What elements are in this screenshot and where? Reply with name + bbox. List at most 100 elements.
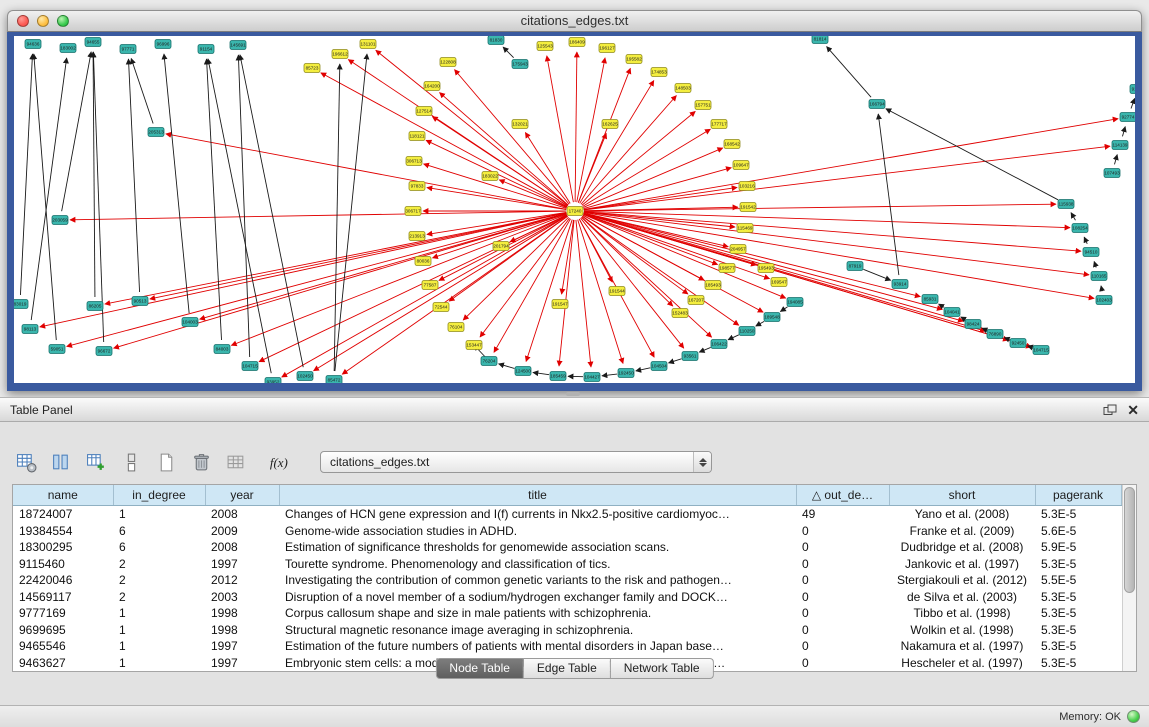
graph-node[interactable]: 94510 xyxy=(1083,248,1099,257)
graph-edge[interactable] xyxy=(583,214,785,298)
cell-name[interactable]: 19384554 xyxy=(13,523,113,539)
cell-in_degree[interactable]: 2 xyxy=(113,572,205,588)
memory-status-indicator[interactable] xyxy=(1127,710,1140,723)
graph-node[interactable]: 306717 xyxy=(405,207,421,216)
cell-title[interactable]: Structural magnetic resonance image aver… xyxy=(279,621,796,637)
column-header-name[interactable]: name xyxy=(13,485,113,506)
float-panel-icon[interactable] xyxy=(1103,404,1117,416)
minimize-window-button[interactable] xyxy=(37,15,49,27)
graph-edge[interactable] xyxy=(67,213,567,346)
graph-node[interactable]: 183022 xyxy=(482,172,498,181)
cell-out_de[interactable]: 0 xyxy=(796,555,889,571)
cell-title[interactable]: Tourette syndrome. Phenomenology and cla… xyxy=(279,555,796,571)
graph-edge[interactable] xyxy=(1101,286,1102,291)
graph-node[interactable]: 118121 xyxy=(409,132,425,141)
table-selector-dropdown[interactable]: citations_edges.txt xyxy=(320,451,712,473)
cell-pagerank[interactable]: 5.3E-5 xyxy=(1035,621,1121,637)
graph-node[interactable]: 110165 xyxy=(1091,272,1107,281)
graph-edge[interactable] xyxy=(150,213,566,299)
cell-name[interactable]: 9463627 xyxy=(13,654,113,671)
graph-node[interactable]: 201794 xyxy=(493,242,509,251)
close-panel-icon[interactable]: ✕ xyxy=(1127,403,1139,417)
graph-edge[interactable] xyxy=(1084,237,1087,244)
graph-node[interactable]: 106422 xyxy=(711,340,727,349)
graph-node[interactable]: 168542 xyxy=(724,140,740,149)
row-tools-icon[interactable] xyxy=(119,450,143,474)
graph-node[interactable]: 94655 xyxy=(85,38,101,47)
cell-year[interactable]: 2012 xyxy=(205,572,279,588)
zoom-window-button[interactable] xyxy=(57,15,69,27)
cell-in_degree[interactable]: 6 xyxy=(113,523,205,539)
graph-node[interactable]: 83019 xyxy=(14,300,28,309)
cell-name[interactable]: 18300295 xyxy=(13,539,113,555)
tab-node-table[interactable]: Node Table xyxy=(435,658,524,679)
graph-node[interactable]: 104427 xyxy=(584,373,600,382)
graph-node[interactable]: 169547 xyxy=(771,278,787,287)
graph-edge[interactable] xyxy=(533,372,549,374)
graph-node[interactable]: 96996 xyxy=(155,40,171,49)
function-builder-icon[interactable]: f(x) xyxy=(269,450,293,474)
graph-node[interactable]: 186409 xyxy=(569,38,585,47)
cell-year[interactable]: 2009 xyxy=(205,523,279,539)
graph-node[interactable]: 85931 xyxy=(922,295,938,304)
graph-node[interactable]: 115938 xyxy=(1058,200,1074,209)
cell-in_degree[interactable]: 1 xyxy=(113,506,205,523)
tab-network-table[interactable]: Network Table xyxy=(611,658,714,679)
cell-short[interactable]: Franke et al. (2009) xyxy=(889,523,1035,539)
graph-node[interactable]: 166794 xyxy=(869,100,885,109)
graph-edge[interactable] xyxy=(31,58,66,320)
cell-pagerank[interactable]: 5.6E-5 xyxy=(1035,523,1121,539)
graph-node[interactable]: 94636 xyxy=(25,40,41,49)
graph-node[interactable]: 164200 xyxy=(424,82,440,91)
graph-edge[interactable] xyxy=(584,212,1089,275)
graph-edge[interactable] xyxy=(1094,261,1096,267)
cell-short[interactable]: Stergiakouli et al. (2012) xyxy=(889,572,1035,588)
graph-edge[interactable] xyxy=(780,307,787,312)
new-table-icon[interactable] xyxy=(154,450,178,474)
graph-edge[interactable] xyxy=(503,47,514,58)
cell-year[interactable]: 2003 xyxy=(205,588,279,604)
graph-node[interactable]: 183002 xyxy=(60,44,76,53)
cell-in_degree[interactable]: 6 xyxy=(113,539,205,555)
graph-edge[interactable] xyxy=(578,133,606,202)
graph-node[interactable]: 91154 xyxy=(198,45,214,54)
graph-edge[interactable] xyxy=(131,58,153,123)
delete-table-icon[interactable] xyxy=(189,450,213,474)
graph-edge[interactable] xyxy=(70,211,566,220)
graph-edge[interactable] xyxy=(584,212,1094,298)
table-scrollbar-track[interactable] xyxy=(1122,485,1137,671)
graph-node[interactable]: 90513 xyxy=(132,297,148,306)
cell-pagerank[interactable]: 5.3E-5 xyxy=(1035,588,1121,604)
graph-node[interactable]: 76890 xyxy=(987,330,1003,339)
graph-edge[interactable] xyxy=(335,54,367,371)
cell-pagerank[interactable]: 5.3E-5 xyxy=(1035,555,1121,571)
graph-node[interactable]: 104504 xyxy=(651,362,667,371)
cell-short[interactable]: Dudbridge et al. (2008) xyxy=(889,539,1035,555)
graph-node[interactable]: 107493 xyxy=(1104,169,1120,178)
graph-edge[interactable] xyxy=(699,347,710,352)
cell-short[interactable]: Nakamura et al. (1997) xyxy=(889,638,1035,654)
graph-edge[interactable] xyxy=(580,81,654,204)
cell-out_de[interactable]: 0 xyxy=(796,539,889,555)
graph-edge[interactable] xyxy=(584,187,737,209)
graph-edge[interactable] xyxy=(863,269,890,280)
cell-name[interactable]: 14569117 xyxy=(13,588,113,604)
cell-year[interactable]: 1997 xyxy=(205,555,279,571)
network-canvas[interactable]: 1724012280816420012751411812130671397833… xyxy=(14,36,1135,383)
cell-title[interactable]: Estimation of the future numbers of pati… xyxy=(279,638,796,654)
cell-year[interactable]: 1997 xyxy=(205,654,279,671)
graph-node[interactable]: 81830 xyxy=(488,36,504,45)
graph-node[interactable]: 153447 xyxy=(466,341,482,350)
graph-node[interactable]: 98424 xyxy=(965,320,981,329)
graph-node[interactable]: 204957 xyxy=(730,245,746,254)
cell-in_degree[interactable]: 1 xyxy=(113,654,205,671)
graph-edge[interactable] xyxy=(207,59,222,340)
table-row[interactable]: 977716911998Corpus callosum shape and si… xyxy=(13,605,1121,621)
cell-year[interactable]: 1997 xyxy=(205,638,279,654)
cell-name[interactable]: 22420046 xyxy=(13,572,113,588)
graph-edge[interactable] xyxy=(577,58,605,202)
cell-out_de[interactable]: 49 xyxy=(796,506,889,523)
graph-edge[interactable] xyxy=(1114,155,1117,165)
graph-node[interactable]: 87919 xyxy=(847,262,863,271)
graph-edge[interactable] xyxy=(939,304,945,307)
